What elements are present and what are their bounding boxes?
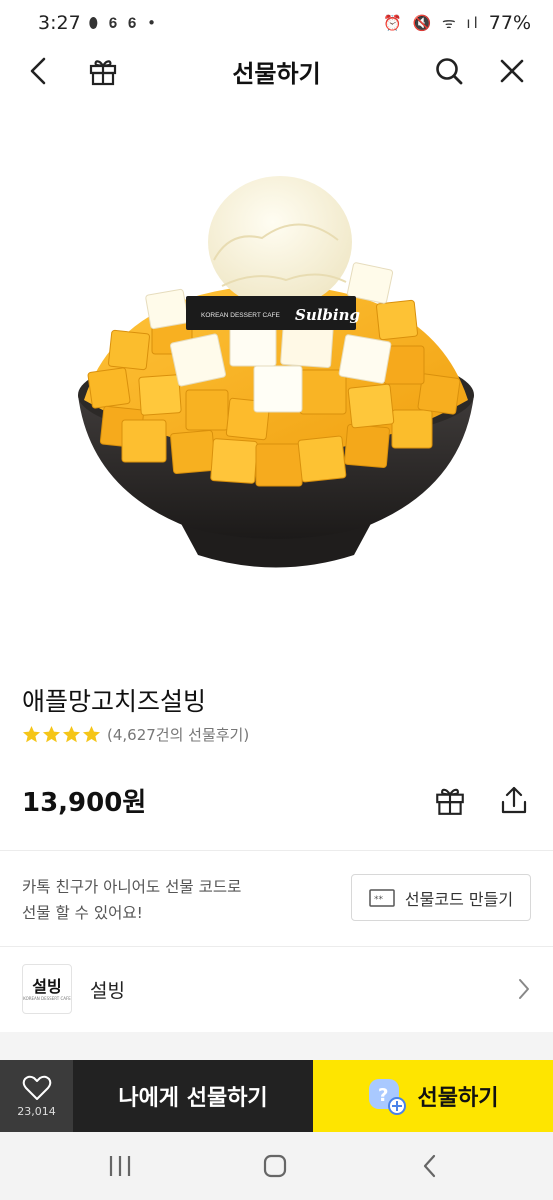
back-icon: [30, 57, 46, 85]
brand-tag-script: Sulbing: [295, 306, 360, 324]
status-right: ⏰ 🔇 ᯤ ıl 77%: [383, 12, 531, 34]
gift-code-line1: 카톡 친구가 아니어도 선물 코드로: [22, 878, 242, 896]
brand-tag-text: KOREAN DESSERT CAFE: [201, 312, 281, 319]
ticket-icon: **: [369, 888, 395, 907]
add-friend-icon: ?: [368, 1079, 406, 1115]
star-icon: [22, 725, 41, 743]
brand-logo: 설빙 KOREAN DESSERT CAFE: [22, 964, 72, 1014]
gift-icon: [436, 788, 464, 815]
star-icon: [82, 725, 101, 743]
brand-logo-subtext: KOREAN DESSERT CAFE: [23, 995, 71, 1001]
gift-to-self-button[interactable]: 나에게 선물하기: [73, 1060, 313, 1132]
share-icon: [501, 786, 527, 814]
rating-row[interactable]: (4,627건의 선물후기): [22, 724, 249, 745]
create-gift-code-button[interactable]: ** 선물코드 만들기: [351, 874, 531, 921]
recent-apps-button[interactable]: [100, 1146, 140, 1186]
gift-to-self-label: 나에게 선물하기: [118, 1086, 268, 1111]
product-image[interactable]: KOREAN DESSERT CAFE Sulbing: [0, 110, 553, 655]
rating-stars: [22, 725, 101, 744]
status-battery: 77%: [488, 12, 531, 34]
send-gift-label: 선물하기: [417, 1086, 499, 1111]
like-button[interactable]: 23,014: [0, 1060, 73, 1132]
search-icon: [436, 58, 463, 85]
svg-text:**: **: [374, 895, 384, 905]
star-icon: [62, 725, 81, 743]
top-nav: 선물하기: [0, 46, 553, 96]
brand-logo-text: 설빙: [32, 976, 62, 996]
notification-icons: ⬮ 𝟔 𝟔 •: [88, 14, 159, 32]
heart-icon: [22, 1075, 51, 1100]
review-count[interactable]: (4,627건의 선물후기): [107, 724, 249, 745]
system-back-button[interactable]: [410, 1146, 450, 1186]
like-count: 23,014: [17, 1104, 56, 1118]
bottom-action-bar: 23,014 나에게 선물하기 ? 선물하기: [0, 1060, 553, 1132]
send-gift-button[interactable]: ? 선물하기: [313, 1060, 553, 1132]
product-price: 13,900원: [22, 788, 147, 818]
product-name: 애플망고치즈설빙: [22, 687, 207, 716]
search-button[interactable]: [428, 50, 470, 92]
gift-box-button[interactable]: [82, 50, 124, 92]
gift-code-line2: 선물 할 수 있어요!: [22, 904, 143, 922]
brand-name: 설빙: [90, 979, 125, 1002]
share-button[interactable]: [492, 778, 536, 822]
star-icon: [42, 725, 61, 743]
status-time: 3:27: [38, 12, 81, 34]
close-button[interactable]: [491, 50, 533, 92]
gift-icon: [89, 60, 117, 86]
home-icon: [263, 1154, 287, 1178]
bingsu-illustration: KOREAN DESSERT CAFE Sulbing: [78, 176, 474, 568]
back-icon: [423, 1154, 436, 1178]
gift-code-description: 카톡 친구가 아니어도 선물 코드로 선물 할 수 있어요!: [22, 874, 322, 926]
status-left: 3:27 ⬮ 𝟔 𝟔 •: [38, 12, 159, 34]
create-gift-code-label: 선물코드 만들기: [404, 889, 514, 909]
home-button[interactable]: [255, 1146, 295, 1186]
divider: [0, 850, 553, 851]
status-bar: 3:27 ⬮ 𝟔 𝟔 • ⏰ 🔇 ᯤ ıl 77%: [0, 0, 553, 46]
system-navigation-bar: [0, 1132, 553, 1200]
system-icons: ⏰ 🔇 ᯤ ıl: [383, 14, 481, 32]
recent-apps-icon: [109, 1156, 131, 1176]
wishlist-gift-button[interactable]: [428, 778, 472, 822]
svg-text:?: ?: [378, 1085, 388, 1106]
section-spacer: [0, 1032, 553, 1060]
close-icon: [500, 59, 524, 83]
back-button[interactable]: [18, 50, 60, 92]
chevron-right-icon: [519, 979, 529, 999]
brand-row[interactable]: 설빙 KOREAN DESSERT CAFE 설빙: [0, 946, 553, 1032]
